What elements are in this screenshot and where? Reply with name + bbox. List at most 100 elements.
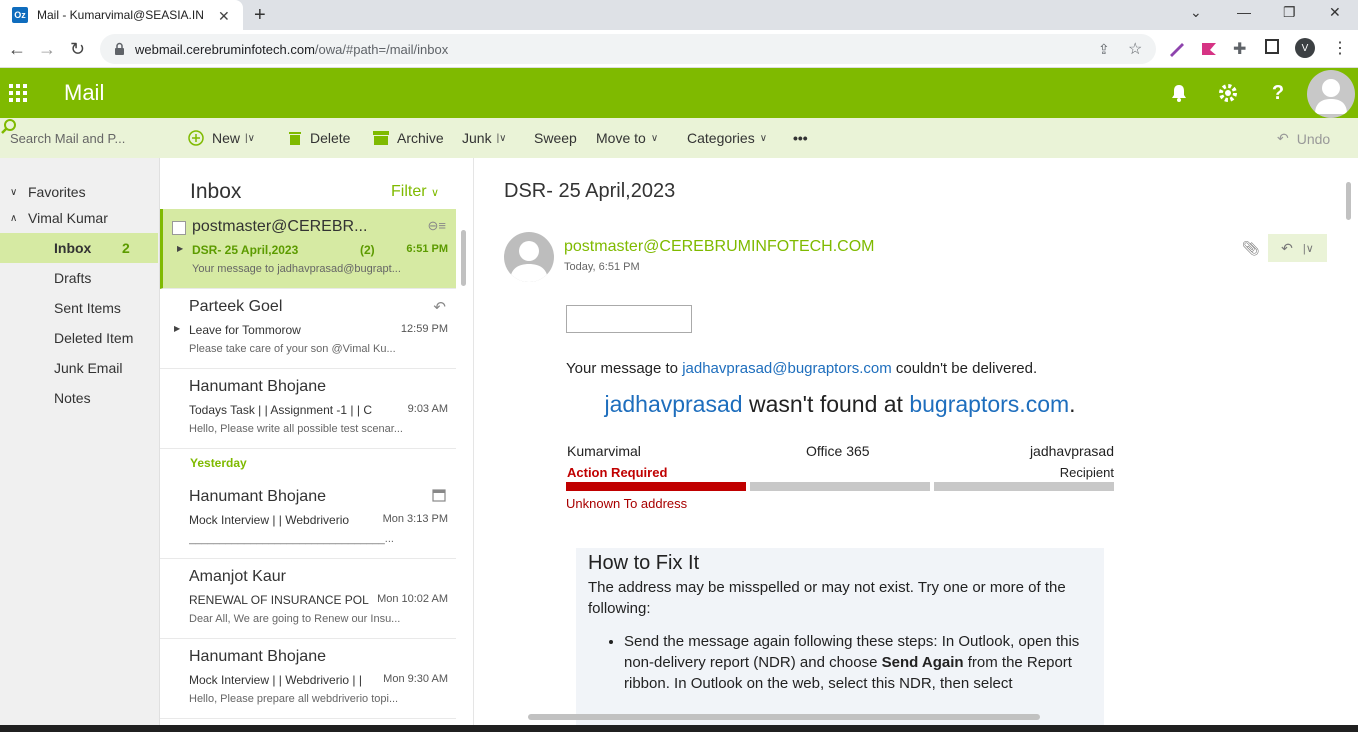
move-to-button[interactable]: Move to ∨: [596, 130, 658, 146]
os-taskbar: [0, 725, 1358, 732]
folder-pane: ∨ Favorites ∧ Vimal Kumar Inbox 2 Drafts…: [0, 158, 160, 732]
search-icon[interactable]: [0, 118, 18, 136]
junk-button[interactable]: Junk |∨: [462, 130, 507, 146]
expand-arrow-icon[interactable]: ▶: [177, 244, 183, 253]
reply-button[interactable]: ↶ |∨: [1268, 234, 1327, 262]
ndr-summary: Your message to jadhavprasad@bugraptors.…: [566, 360, 1038, 377]
fix-step: Send the message again following these s…: [624, 631, 1092, 694]
folder-notes[interactable]: Notes: [0, 383, 158, 413]
chevron-down-icon: ∨: [650, 132, 659, 144]
message-item[interactable]: Hanumant Bhojane Todays Task | | Assignm…: [160, 369, 456, 449]
service-label: Office 365: [806, 443, 870, 459]
share-icon[interactable]: ⇪: [1098, 41, 1110, 58]
chevron-down-icon: ∨: [431, 187, 440, 199]
undo-button[interactable]: ↶ Undo: [1277, 130, 1330, 147]
bell-icon[interactable]: [1167, 81, 1191, 105]
restore-icon[interactable]: ❐: [1283, 4, 1296, 21]
sender-label: Kumarvimal: [567, 443, 641, 459]
recipient-role-label: Recipient: [1059, 465, 1114, 480]
list-title: Inbox: [190, 180, 242, 203]
owa-header: Mail ?: [0, 68, 1358, 118]
conversation-actions-icon[interactable]: ⊖≡: [428, 218, 446, 234]
side-panel-icon[interactable]: [1265, 39, 1279, 54]
window-close-icon[interactable]: ✕: [1329, 4, 1341, 21]
error-reason: Unknown To address: [566, 496, 688, 511]
browser-tab[interactable]: Oz Mail - Kumarvimal@SEASIA.IN ✕: [0, 0, 243, 30]
app-launcher-icon[interactable]: [8, 83, 28, 103]
gear-icon[interactable]: [1216, 81, 1240, 105]
help-icon[interactable]: ?: [1266, 81, 1290, 105]
recipient-link[interactable]: jadhavprasad@bugraptors.com: [682, 360, 892, 377]
folder-deleted-items[interactable]: Deleted Item: [0, 323, 158, 353]
browser-menu-icon[interactable]: ⋮: [1332, 38, 1348, 58]
profile-avatar[interactable]: V: [1295, 38, 1315, 58]
flag-extension-icon[interactable]: [1200, 41, 1218, 57]
tab-title: Mail - Kumarvimal@SEASIA.IN: [37, 8, 204, 22]
minimize-icon[interactable]: —: [1237, 4, 1251, 20]
how-to-fix-section: How to Fix It The address may be misspel…: [576, 548, 1104, 732]
back-icon[interactable]: ←: [8, 39, 26, 60]
ndr-logo-placeholder: [566, 305, 692, 333]
sender-address[interactable]: postmaster@CEREBRUMINFOTECH.COM: [564, 238, 875, 256]
forward-icon[interactable]: →: [38, 39, 56, 60]
thread-count: (2): [360, 243, 375, 257]
folder-inbox[interactable]: Inbox 2: [0, 233, 158, 263]
status-bar-recipient: [934, 482, 1114, 491]
folder-drafts[interactable]: Drafts: [0, 263, 158, 293]
chevron-down-icon[interactable]: |∨: [245, 133, 255, 144]
person-icon: [510, 241, 548, 282]
extensions-puzzle-icon[interactable]: ✚: [1233, 39, 1246, 59]
more-actions-button[interactable]: •••: [793, 130, 808, 146]
fix-title: How to Fix It: [588, 552, 700, 574]
message-date: Today, 6:51 PM: [564, 261, 640, 273]
message-item[interactable]: Amanjot Kaur RENEWAL OF INSURANCE POLICY…: [160, 559, 456, 639]
archive-label: Archive: [397, 130, 444, 146]
message-item[interactable]: Hanumant Bhojane Mock Interview | | Webd…: [160, 639, 456, 719]
categories-button[interactable]: Categories ∨: [687, 130, 767, 146]
account-header[interactable]: ∧ Vimal Kumar: [0, 203, 158, 233]
browser-toolbar: ← → ↻ webmail.cerebruminfotech.com/owa/#…: [0, 30, 1358, 68]
ndr-headline: jadhavprasad wasn't found at bugraptors.…: [604, 391, 1076, 417]
plus-circle-icon: [188, 130, 204, 146]
message-item[interactable]: postmaster@CEREBR... ⊖≡ ▶ DSR- 25 April,…: [160, 209, 456, 289]
tab-search-icon[interactable]: ⌄: [1190, 4, 1202, 21]
archive-button[interactable]: Archive: [373, 130, 444, 146]
new-tab-icon[interactable]: +: [254, 4, 266, 27]
list-scrollbar[interactable]: [461, 230, 466, 286]
undo-icon: ↶: [1277, 130, 1289, 146]
reload-icon[interactable]: ↻: [70, 39, 85, 60]
sweep-button[interactable]: Sweep: [534, 130, 577, 146]
sweep-label: Sweep: [534, 130, 577, 146]
folder-junk-email[interactable]: Junk Email: [0, 353, 158, 383]
categories-label: Categories: [687, 130, 755, 146]
user-avatar[interactable]: [1307, 70, 1355, 118]
replied-icon: ↶: [433, 299, 446, 316]
fix-steps: Send the message again following these s…: [624, 631, 1092, 694]
status-bar-service: [750, 482, 930, 491]
reply-icon: ↶: [1281, 239, 1293, 256]
fix-description: The address may be misspelled or may not…: [588, 579, 1066, 617]
lock-icon: [115, 42, 124, 55]
message-list: Inbox Filter ∨ postmaster@CEREBR... ⊖≡ ▶…: [160, 158, 474, 732]
unread-count: 2: [122, 240, 130, 256]
delete-button[interactable]: Delete: [288, 130, 350, 146]
action-required-label: Action Required: [567, 465, 668, 480]
search-input[interactable]: Search Mail and P...: [0, 118, 160, 158]
folder-sent-items[interactable]: Sent Items: [0, 293, 158, 323]
horizontal-scrollbar[interactable]: [528, 714, 1040, 720]
filter-button[interactable]: Filter ∨: [391, 183, 439, 201]
message-subject: DSR- 25 April,2023: [504, 180, 676, 202]
chevron-down-icon[interactable]: |∨: [497, 133, 507, 144]
bookmark-star-icon[interactable]: ☆: [1128, 39, 1142, 59]
app-title: Mail: [64, 80, 105, 105]
message-item[interactable]: Hanumant Bhojane Mock Interview | | Webd…: [160, 479, 456, 559]
reading-scrollbar[interactable]: [1346, 182, 1351, 220]
expand-arrow-icon[interactable]: ▶: [174, 324, 180, 333]
message-item[interactable]: Parteek Goel ↶ ▶ Leave for Tommorow 12:5…: [160, 289, 456, 369]
tab-close-icon[interactable]: ✕: [218, 8, 230, 25]
new-button[interactable]: New |∨: [188, 130, 255, 146]
select-checkbox[interactable]: [172, 221, 186, 235]
chevron-down-icon[interactable]: |∨: [1303, 242, 1314, 255]
pen-extension-icon[interactable]: [1168, 41, 1186, 57]
address-bar[interactable]: webmail.cerebruminfotech.com/owa/#path=/…: [100, 34, 1156, 64]
